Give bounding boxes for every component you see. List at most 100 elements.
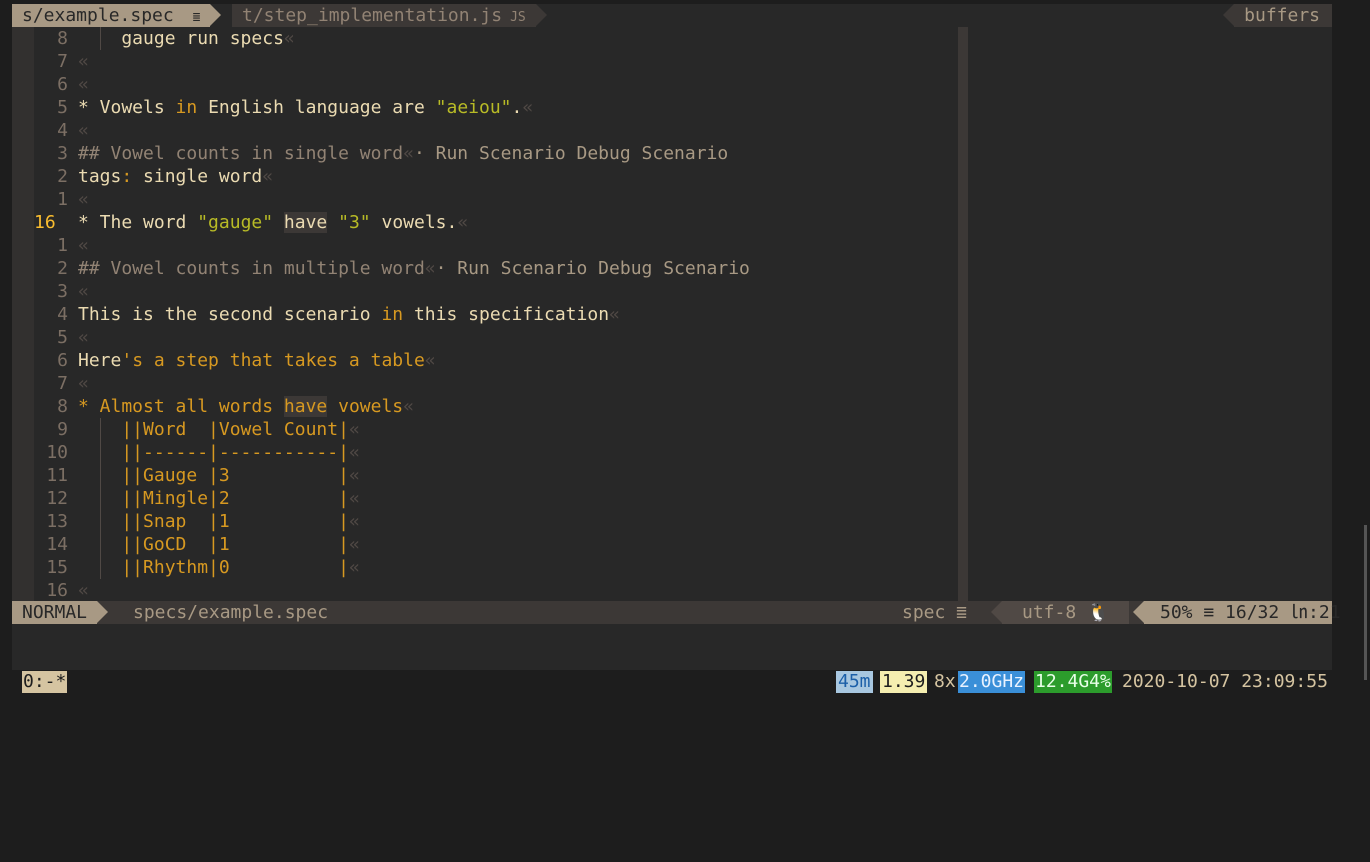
buffers-indicator[interactable]: buffers: [1223, 4, 1332, 27]
eol-marker: «: [424, 350, 436, 371]
editor-line[interactable]: 13 ||Snap |1 |«: [34, 510, 959, 533]
editor-line[interactable]: 6 «: [34, 73, 959, 96]
eol-marker: «: [78, 281, 89, 302]
line-text: gauge run specs«: [78, 27, 295, 50]
right-empty-pane[interactable]: [968, 27, 1332, 601]
editor-line[interactable]: 4 «: [34, 119, 959, 142]
line-number: 3: [57, 281, 68, 302]
eol-marker: «: [424, 258, 436, 279]
file-path: specs/example.spec: [133, 602, 329, 623]
eol-marker: «: [348, 488, 360, 509]
tab-step-implementation[interactable]: t/step_implementation.js JS: [232, 4, 547, 27]
editor-line[interactable]: 1 «: [34, 188, 959, 211]
eol-marker: «: [78, 235, 89, 256]
line-number: 12: [46, 488, 68, 509]
editor-line[interactable]: 15 ||Rhythm|0 |«: [34, 556, 959, 579]
editor-line[interactable]: 6 Here's a step that takes a table«: [34, 349, 959, 372]
text-token: ||GoCD |1 |: [78, 534, 349, 555]
line-text: «: [78, 188, 89, 211]
line-number: 7: [57, 51, 68, 72]
text-token: single word: [132, 166, 263, 187]
editor-line[interactable]: 2 ## Vowel counts in multiple word«· Run …: [34, 257, 959, 280]
eol-marker: «: [262, 166, 274, 187]
tab-label: s/example.spec: [22, 5, 174, 26]
code-lens-actions[interactable]: · Run Scenario Debug Scenario: [414, 143, 728, 164]
text-token: * Vowels: [78, 97, 176, 118]
editor-line[interactable]: 5 * Vowels in English language are "aeiou…: [34, 96, 959, 119]
terminal-scrollbar[interactable]: [1364, 525, 1367, 680]
filetype: spec ≣: [902, 602, 968, 623]
line-number: 15: [46, 557, 68, 578]
eol-marker: «: [78, 74, 89, 95]
window-split-divider[interactable]: [958, 27, 968, 601]
editor-line[interactable]: 11 ||Gauge |3 |«: [34, 464, 959, 487]
editor-pane[interactable]: 8 gauge run specs« 7 «6 «5 * Vowels in Engli…: [12, 27, 1332, 601]
cpu-count: 8x: [934, 671, 956, 692]
line-text: «: [78, 73, 89, 96]
editor-line[interactable]: 8 * Almost all words have vowels«: [34, 395, 959, 418]
text-token: ## Vowel counts in single word: [78, 143, 404, 164]
tab-example-spec[interactable]: s/example.spec ≣: [12, 4, 222, 27]
line-text: «: [78, 234, 89, 257]
line-number: 1: [57, 189, 68, 210]
editor-line[interactable]: 12 ||Mingle|2 |«: [34, 487, 959, 510]
memory-usage: 12.4G4%: [1034, 671, 1112, 693]
eol-marker: «: [348, 442, 360, 463]
file-lines-icon: ≣: [192, 10, 201, 25]
eol-marker: «: [457, 212, 469, 233]
editor-line[interactable]: 7 «: [34, 50, 959, 73]
eol-marker: «: [283, 28, 295, 49]
line-number: 2: [57, 166, 68, 187]
code-lens-actions[interactable]: · Run Scenario Debug Scenario: [436, 258, 750, 279]
text-token: .: [511, 97, 523, 118]
editor-line[interactable]: 3 ## Vowel counts in single word«· Run Sc…: [34, 142, 959, 165]
load-average: 1.39: [880, 671, 928, 693]
line-text: This is the second scenario in this spec…: [78, 303, 620, 326]
eol-marker: «: [403, 396, 414, 417]
line-text: ||Gauge |3 |«: [78, 464, 359, 487]
text-token: vowels: [327, 396, 404, 417]
editor-line[interactable]: 9 ||Word |Vowel Count|«: [34, 418, 959, 441]
eol-marker: «: [348, 511, 360, 532]
line-text: * Almost all words have vowels«: [78, 395, 414, 418]
line-number: 2: [57, 258, 68, 279]
text-token: in: [381, 304, 404, 325]
editor-line[interactable]: 14 ||GoCD |1 |«: [34, 533, 959, 556]
line-number: 11: [46, 465, 68, 486]
editor-line[interactable]: 7 «: [34, 372, 959, 395]
eol-marker: «: [609, 304, 620, 325]
tmux-window-tab[interactable]: 0:-*: [22, 671, 68, 693]
text-token: ||Word |Vowel Count|: [78, 419, 349, 440]
line-number: 13: [46, 511, 68, 532]
text-token: tags: [78, 166, 122, 187]
line-text: * The word "gauge" have "3" vowels.«: [78, 211, 468, 234]
text-token: ||Gauge |3 |: [78, 465, 349, 486]
line-text: «: [78, 280, 89, 303]
line-number: 4: [57, 304, 68, 325]
editor-line[interactable]: 3 «: [34, 280, 959, 303]
line-number: 3: [57, 143, 68, 164]
line-text: «: [78, 50, 89, 73]
line-text: «: [78, 372, 89, 395]
line-text: «: [78, 579, 89, 602]
editor-line[interactable]: 16 * The word "gauge" have "3" vowels.«: [34, 211, 959, 234]
eol-marker: «: [78, 580, 89, 601]
line-number: 9: [57, 419, 68, 440]
buffer-lines[interactable]: 8 gauge run specs« 7 «6 «5 * Vowels in Engli…: [34, 27, 959, 602]
line-number: 16: [34, 212, 56, 233]
date-time: 2020-10-07 23:09:55: [1122, 671, 1328, 692]
editor-line[interactable]: 1 «: [34, 234, 959, 257]
editor-line[interactable]: 10 ||------|-----------|«: [34, 441, 959, 464]
editor-line[interactable]: 8 gauge run specs«: [34, 27, 959, 50]
text-token: * Almost all words: [78, 396, 284, 417]
line-text: Here's a step that takes a table«: [78, 349, 436, 372]
tmux-status-bar: 0:-* 45m 1.39 8x 2.0GHz 12.4G4% 2020-10-…: [0, 670, 1370, 694]
editor-line[interactable]: 16 «: [34, 579, 959, 602]
text-token: ||------|-----------|: [78, 442, 349, 463]
editor-line[interactable]: 5 «: [34, 326, 959, 349]
command-line[interactable]: [12, 624, 1332, 670]
text-token: have: [283, 396, 328, 417]
editor-line[interactable]: 4 This is the second scenario in this spe…: [34, 303, 959, 326]
editor-line[interactable]: 2 tags: single word«: [34, 165, 959, 188]
